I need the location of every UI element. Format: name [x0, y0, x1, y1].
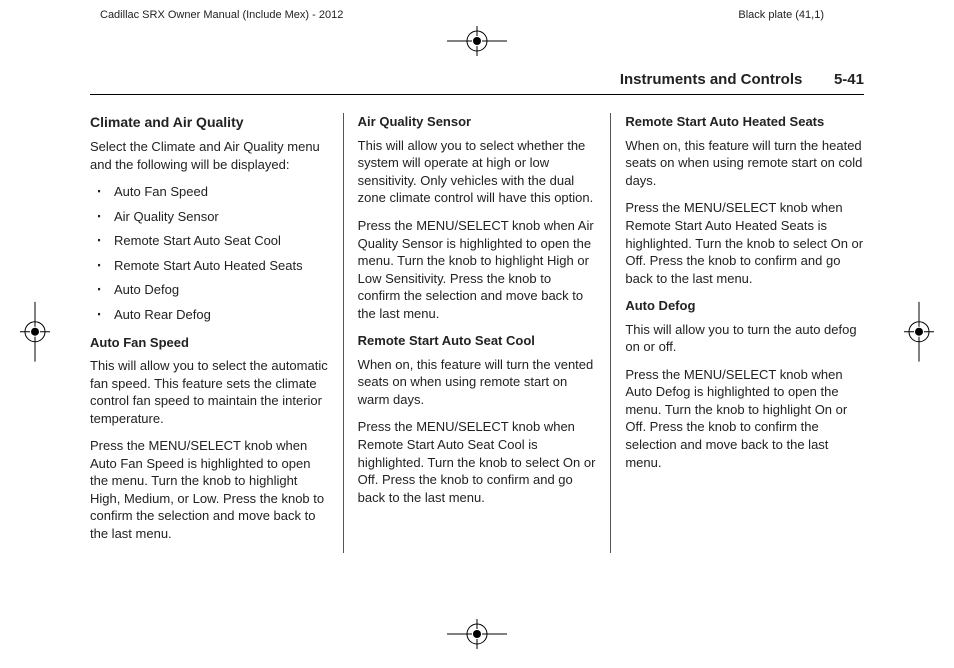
list-item: Auto Defog	[90, 281, 329, 299]
chapter-title: Instruments and Controls	[620, 71, 803, 88]
subheading-air-quality-sensor: Air Quality Sensor	[358, 113, 597, 131]
body-paragraph: This will allow you to select the automa…	[90, 357, 329, 427]
column-2: Air Quality Sensor This will allow you t…	[343, 113, 611, 552]
crop-mark-bottom-icon	[447, 619, 507, 654]
list-item: Auto Rear Defog	[90, 306, 329, 324]
subheading-auto-defog: Auto Defog	[625, 297, 864, 315]
list-item: Air Quality Sensor	[90, 208, 329, 226]
section-heading-climate: Climate and Air Quality	[90, 113, 329, 132]
body-paragraph: Press the MENU/SELECT knob when Remote S…	[358, 418, 597, 506]
list-item: Auto Fan Speed	[90, 183, 329, 201]
crop-mark-left-icon	[20, 302, 50, 367]
page-header: Instruments and Controls 5-41	[90, 70, 864, 95]
body-paragraph: Press the MENU/SELECT knob when Auto Fan…	[90, 437, 329, 542]
plate-info: Black plate (41,1)	[738, 8, 824, 23]
subheading-remote-seat-cool: Remote Start Auto Seat Cool	[358, 332, 597, 350]
page-content: Instruments and Controls 5-41 Climate an…	[90, 70, 864, 618]
list-item: Remote Start Auto Heated Seats	[90, 257, 329, 275]
content-columns: Climate and Air Quality Select the Clima…	[90, 113, 864, 552]
body-paragraph: Press the MENU/SELECT knob when Remote S…	[625, 199, 864, 287]
body-paragraph: This will allow you to turn the auto def…	[625, 321, 864, 356]
crop-mark-right-icon	[904, 302, 934, 367]
list-item: Remote Start Auto Seat Cool	[90, 232, 329, 250]
body-paragraph: Press the MENU/SELECT knob when Auto Def…	[625, 366, 864, 471]
body-paragraph: When on, this feature will turn the heat…	[625, 137, 864, 190]
intro-paragraph: Select the Climate and Air Quality menu …	[90, 138, 329, 173]
column-3: Remote Start Auto Heated Seats When on, …	[610, 113, 864, 552]
menu-items-list: Auto Fan Speed Air Quality Sensor Remote…	[90, 183, 329, 323]
crop-mark-top-icon	[447, 26, 507, 61]
manual-title: Cadillac SRX Owner Manual (Include Mex) …	[100, 8, 343, 23]
subheading-auto-fan-speed: Auto Fan Speed	[90, 334, 329, 352]
body-paragraph: Press the MENU/SELECT knob when Air Qual…	[358, 217, 597, 322]
body-paragraph: This will allow you to select whether th…	[358, 137, 597, 207]
subheading-remote-heated-seats: Remote Start Auto Heated Seats	[625, 113, 864, 131]
column-1: Climate and Air Quality Select the Clima…	[90, 113, 343, 552]
page-number: 5-41	[834, 71, 864, 88]
body-paragraph: When on, this feature will turn the vent…	[358, 356, 597, 409]
